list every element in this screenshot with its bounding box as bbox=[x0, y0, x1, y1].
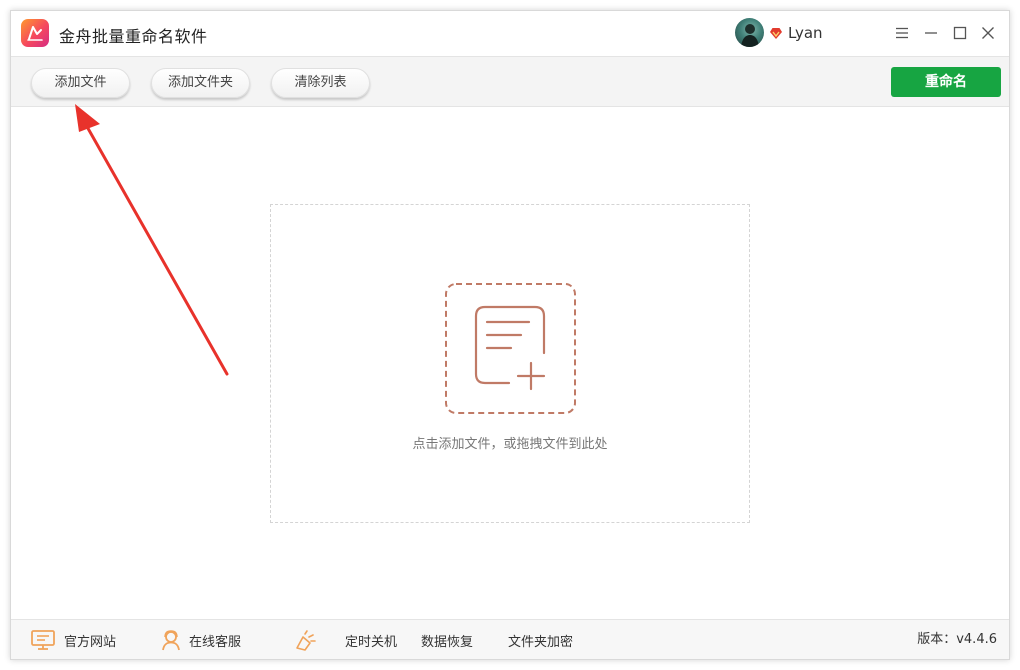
official-website-link[interactable]: 官方网站 bbox=[30, 620, 116, 660]
add-folder-button[interactable]: 添加文件夹 bbox=[151, 68, 250, 98]
customer-service-icon bbox=[162, 630, 180, 651]
online-service-link[interactable]: 在线客服 bbox=[161, 620, 241, 660]
data-recovery-label: 数据恢复 bbox=[421, 634, 474, 650]
power-timer-icon bbox=[296, 630, 316, 651]
version-label: 版本：v4.4.6 bbox=[917, 632, 997, 647]
app-logo-icon bbox=[21, 19, 49, 47]
rename-button[interactable]: 重命名 bbox=[891, 67, 1001, 97]
app-window: 金舟批量重命名软件 Lyan 添加文件 添加文件夹 清除列表 重命名 点击添加文… bbox=[10, 10, 1010, 660]
app-title: 金舟批量重命名软件 bbox=[59, 27, 208, 46]
annotation-arrow-icon bbox=[75, 104, 229, 376]
maximize-icon[interactable] bbox=[951, 24, 969, 42]
close-icon[interactable] bbox=[979, 24, 997, 42]
username[interactable]: Lyan bbox=[788, 24, 823, 42]
timed-shutdown-label: 定时关机 bbox=[345, 634, 398, 650]
data-recovery-link[interactable]: 数据恢复 bbox=[421, 620, 473, 660]
online-service-label: 在线客服 bbox=[189, 634, 242, 650]
folder-encrypt-label: 文件夹加密 bbox=[508, 634, 574, 650]
minimize-icon[interactable] bbox=[922, 24, 940, 42]
status-bar: 官方网站 在线客服 定时关机 数据恢复 文件夹加密 版本：v4.4.6 bbox=[11, 619, 1009, 659]
official-website-label: 官方网站 bbox=[64, 634, 117, 650]
add-file-button[interactable]: 添加文件 bbox=[31, 68, 130, 98]
user-avatar[interactable] bbox=[735, 18, 764, 47]
folder-encrypt-link[interactable]: 文件夹加密 bbox=[508, 620, 573, 660]
vip-badge-icon bbox=[770, 28, 782, 39]
monitor-icon bbox=[31, 630, 55, 650]
file-list-area: 点击添加文件，或拖拽文件到此处 bbox=[11, 104, 1009, 619]
menu-icon[interactable] bbox=[893, 24, 911, 42]
title-bar: 金舟批量重命名软件 Lyan bbox=[11, 11, 1009, 56]
add-file-icon[interactable] bbox=[445, 283, 576, 414]
file-drop-zone[interactable]: 点击添加文件，或拖拽文件到此处 bbox=[270, 204, 750, 523]
toolbar: 添加文件 添加文件夹 清除列表 重命名 bbox=[11, 56, 1009, 107]
timed-shutdown-link[interactable]: 定时关机 bbox=[293, 620, 397, 660]
drop-zone-hint: 点击添加文件，或拖拽文件到此处 bbox=[412, 437, 608, 452]
clear-list-button[interactable]: 清除列表 bbox=[271, 68, 370, 98]
